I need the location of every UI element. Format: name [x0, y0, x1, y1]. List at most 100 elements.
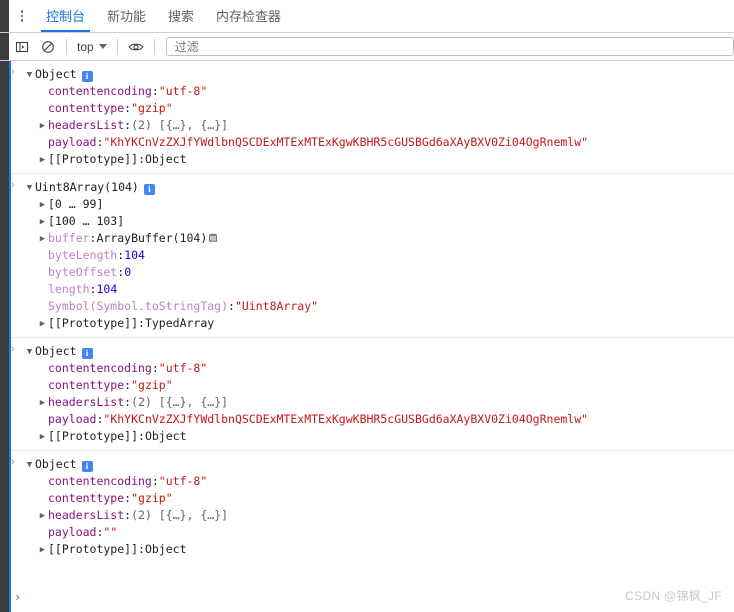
property-key: contentencoding: [48, 361, 152, 375]
property-row[interactable]: contenttype: "gzip": [11, 490, 734, 507]
live-expression-icon[interactable]: [124, 35, 148, 59]
object-type-label: Uint8Array(104): [35, 180, 139, 194]
property-row[interactable]: payload: "KhYKCnVzZXJfYWdlbnQSCDExMTExMT…: [11, 411, 734, 428]
property-row[interactable]: ▶ [100 … 103]: [11, 213, 734, 230]
disclosure-triangle-icon[interactable]: ▶: [37, 231, 48, 248]
disclosure-triangle-icon[interactable]: ▼: [24, 67, 35, 84]
property-key: byteLength: [48, 248, 118, 262]
disclosure-triangle-icon[interactable]: ▶: [37, 316, 48, 333]
property-row[interactable]: ▶ headersList: (2) [{…}, {…}]: [11, 117, 734, 134]
property-separator: :: [151, 84, 159, 98]
clear-console-icon[interactable]: [36, 35, 60, 59]
property-value: "gzip": [131, 378, 173, 392]
property-key: payload: [48, 412, 97, 426]
property-row[interactable]: ▶ [[Prototype]]: TypedArray: [11, 315, 734, 332]
filter-input-wrapper[interactable]: [165, 37, 734, 56]
property-key: contenttype: [48, 378, 125, 392]
row-indent-spacer: [37, 299, 48, 316]
property-value: 0: [124, 265, 132, 279]
object-group-3: › ▼ Object i contentencoding: "utf-8" conte…: [11, 451, 734, 563]
property-key: headersList: [48, 508, 125, 522]
object-header-row[interactable]: ▼ Object i: [11, 343, 734, 360]
property-value: Object: [144, 542, 187, 556]
console-message-area[interactable]: › ▼ Object i contentencoding: "utf-8" conte…: [0, 61, 734, 612]
property-row[interactable]: ▶ buffer: ArrayBuffer(104): [11, 230, 734, 247]
console-prompt-row[interactable]: ›: [0, 588, 734, 606]
object-type-label: Object: [35, 344, 77, 358]
property-key: [100 … 103]: [48, 214, 125, 228]
property-row[interactable]: Symbol(Symbol.toStringTag): "Uint8Array": [11, 298, 734, 315]
property-row[interactable]: byteOffset: 0: [11, 264, 734, 281]
property-key: contenttype: [48, 101, 125, 115]
execution-context-selector[interactable]: top: [72, 37, 112, 57]
property-row[interactable]: contentencoding: "utf-8": [11, 83, 734, 100]
info-badge-icon[interactable]: i: [143, 184, 155, 195]
tab-3[interactable]: 内存检查器: [205, 0, 292, 32]
console-message-arrow: ›: [11, 66, 15, 78]
info-badge-icon[interactable]: i: [81, 461, 93, 472]
disclosure-triangle-icon[interactable]: ▶: [37, 429, 48, 446]
object-header-row[interactable]: ▼ Uint8Array(104) i: [11, 179, 734, 196]
property-row[interactable]: ▶ [[Prototype]]: Object: [11, 541, 734, 558]
property-row[interactable]: payload: "": [11, 524, 734, 541]
row-indent-spacer: [37, 135, 48, 152]
property-key: contentencoding: [48, 84, 152, 98]
property-row[interactable]: ▶ [[Prototype]]: Object: [11, 428, 734, 445]
tab-1[interactable]: 新功能: [96, 0, 157, 32]
property-value: (2) [{…}, {…}]: [131, 118, 229, 132]
object-header-row[interactable]: ▼ Object i: [11, 456, 734, 473]
disclosure-triangle-icon[interactable]: ▶: [37, 152, 48, 169]
property-row[interactable]: byteLength: 104: [11, 247, 734, 264]
kebab-menu-icon[interactable]: [9, 0, 35, 32]
property-value: "gzip": [131, 101, 173, 115]
disclosure-triangle-icon[interactable]: ▼: [24, 344, 35, 361]
property-row[interactable]: payload: "KhYKCnVzZXJfYWdlbnQSCDExMTExMT…: [11, 134, 734, 151]
console-message-arrow: ›: [11, 343, 15, 355]
property-separator: :: [151, 474, 159, 488]
property-value: "KhYKCnVzZXJfYWdlbnQSCDExMTExMTExKgwKBHR…: [103, 412, 589, 426]
property-key: payload: [48, 135, 97, 149]
property-separator: :: [89, 282, 97, 296]
property-value: "utf-8": [158, 361, 208, 375]
disclosure-triangle-icon[interactable]: ▶: [37, 542, 48, 559]
property-row[interactable]: ▶ [[Prototype]]: Object: [11, 151, 734, 168]
disclosure-triangle-icon[interactable]: ▶: [37, 214, 48, 231]
property-row[interactable]: contentencoding: "utf-8": [11, 473, 734, 490]
disclosure-triangle-icon[interactable]: ▶: [37, 118, 48, 135]
disclosure-triangle-icon[interactable]: ▶: [37, 197, 48, 214]
property-row[interactable]: ▶ headersList: (2) [{…}, {…}]: [11, 507, 734, 524]
property-separator: :: [96, 525, 104, 539]
property-value: ArrayBuffer(104): [96, 231, 208, 245]
property-key: Symbol(Symbol.toStringTag): [48, 299, 229, 313]
tab-0[interactable]: 控制台: [35, 0, 96, 32]
row-indent-spacer: [37, 491, 48, 508]
disclosure-triangle-icon[interactable]: ▼: [24, 457, 35, 474]
property-separator: :: [124, 378, 132, 392]
row-indent-spacer: [37, 265, 48, 282]
property-key: headersList: [48, 395, 125, 409]
info-badge-icon[interactable]: i: [81, 348, 93, 359]
object-header-row[interactable]: ▼ Object i: [11, 66, 734, 83]
tab-2[interactable]: 搜索: [157, 0, 205, 32]
property-key: contenttype: [48, 491, 125, 505]
property-value: Object: [144, 429, 187, 443]
property-row[interactable]: ▶ [0 … 99]: [11, 196, 734, 213]
disclosure-triangle-icon[interactable]: ▶: [37, 508, 48, 525]
row-indent-spacer: [37, 282, 48, 299]
prompt-caret-icon: ›: [14, 590, 22, 604]
console-message-arrow: ›: [11, 456, 15, 468]
console-sidebar-icon[interactable]: [10, 35, 34, 59]
disclosure-triangle-icon[interactable]: ▶: [37, 395, 48, 412]
filter-input[interactable]: [172, 38, 727, 55]
disclosure-triangle-icon[interactable]: ▼: [24, 180, 35, 197]
property-separator: :: [151, 361, 159, 375]
property-row[interactable]: contentencoding: "utf-8": [11, 360, 734, 377]
property-row[interactable]: ▶ headersList: (2) [{…}, {…}]: [11, 394, 734, 411]
property-row[interactable]: contenttype: "gzip": [11, 100, 734, 117]
property-key: byteOffset: [48, 265, 118, 279]
property-separator: :: [124, 118, 132, 132]
property-row[interactable]: contenttype: "gzip": [11, 377, 734, 394]
property-row[interactable]: length: 104: [11, 281, 734, 298]
property-separator: :: [117, 248, 125, 262]
info-badge-icon[interactable]: i: [81, 71, 93, 82]
